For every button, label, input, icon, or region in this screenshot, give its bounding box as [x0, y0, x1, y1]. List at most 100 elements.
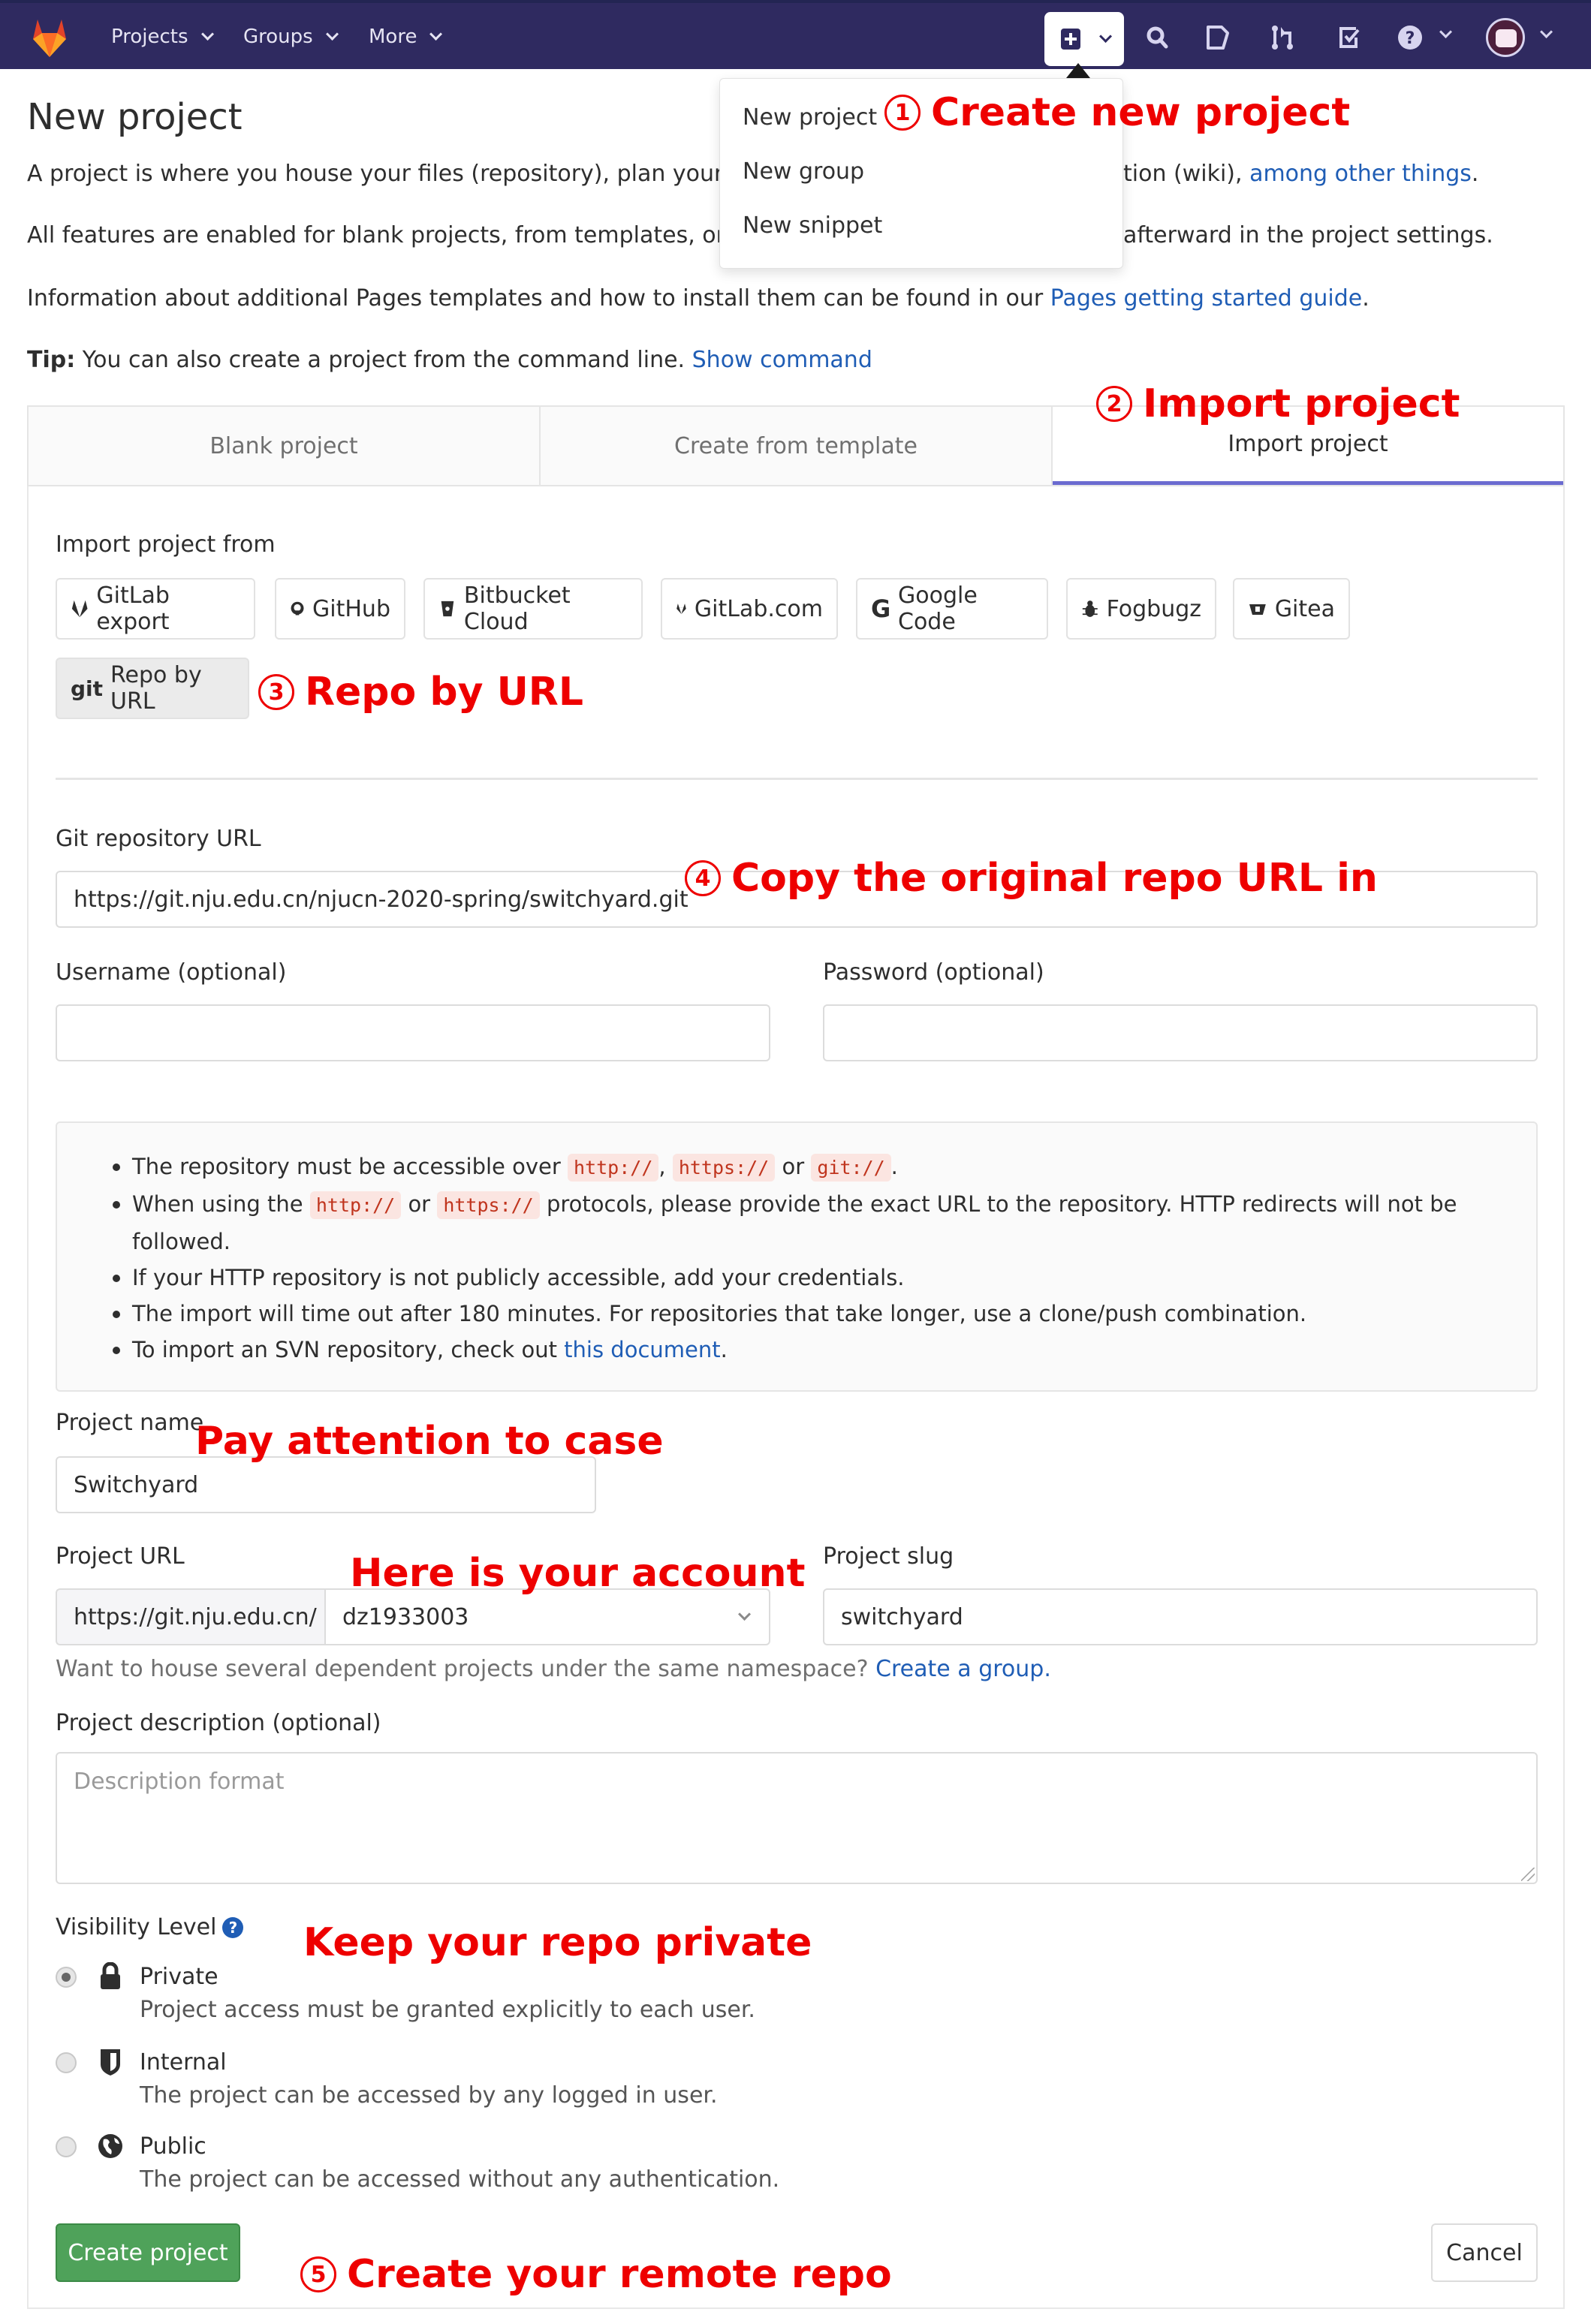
password-label: Password (optional): [823, 959, 1044, 986]
top-navbar: Projects Groups More ?: [0, 0, 1591, 69]
new-dropdown-button[interactable]: [1044, 12, 1124, 66]
visibility-private-desc: Project access must be granted explicitl…: [140, 1997, 755, 2023]
import-repo-by-url-button[interactable]: git Repo by URL: [56, 658, 249, 719]
project-url-prefix: https://git.nju.edu.cn/: [56, 1588, 324, 1645]
intro-text-tail: tion (wiki), among other things.: [1123, 161, 1479, 187]
pages-guide-link[interactable]: Pages getting started guide: [1050, 285, 1363, 312]
chevron-down-icon: [200, 27, 214, 41]
chevron-down-icon: [1099, 29, 1113, 43]
info-line: To import an SVN repository, check out t…: [113, 1332, 1484, 1368]
svn-document-link[interactable]: this document: [564, 1337, 720, 1362]
annotation-account: Here is your account: [350, 1551, 806, 1596]
nav-groups[interactable]: Groups: [243, 26, 339, 48]
tip-text: Tip: You can also create a project from …: [27, 347, 872, 373]
description-textarea[interactable]: Description format: [56, 1752, 1538, 1884]
import-info-box: The repository must be accessible over h…: [56, 1121, 1538, 1392]
tab-create-from-template[interactable]: Create from template: [541, 407, 1053, 485]
divider: [56, 778, 1538, 780]
import-github-button[interactable]: GitHub: [275, 578, 405, 640]
gitlab-logo-icon[interactable]: [30, 17, 69, 59]
bitbucket-icon: [441, 601, 454, 617]
git-url-label: Git repository URL: [56, 826, 261, 852]
features-text-tail: afterward in the project settings.: [1123, 222, 1493, 248]
search-icon[interactable]: [1144, 24, 1171, 51]
shield-icon: [101, 2049, 120, 2076]
annotation-step-3: 3 Repo by URL: [258, 670, 583, 715]
cancel-button[interactable]: Cancel: [1431, 2223, 1538, 2282]
page-title: New project: [27, 96, 243, 138]
chevron-down-icon: [1439, 25, 1453, 38]
project-slug-input[interactable]: switchyard: [823, 1588, 1538, 1645]
todo-icon[interactable]: [1336, 24, 1363, 51]
import-from-heading: Import project from: [56, 531, 276, 558]
visibility-public-radio[interactable]: [56, 2136, 77, 2157]
help-icon[interactable]: ?: [222, 1917, 244, 1938]
annotation-step-1: 1 Create new project: [884, 90, 1350, 135]
visibility-internal-desc: The project can be accessed by any logge…: [140, 2082, 718, 2109]
among-other-things-link[interactable]: among other things: [1249, 161, 1472, 187]
project-slug-label: Project slug: [823, 1543, 954, 1570]
nav-projects[interactable]: Projects: [111, 26, 214, 48]
chevron-down-icon: [1540, 25, 1553, 38]
password-input[interactable]: [823, 1004, 1538, 1061]
import-google-code-button[interactable]: G Google Code: [856, 578, 1048, 640]
namespace-help-text: Want to house several dependent projects…: [56, 1656, 1051, 1682]
username-input[interactable]: [56, 1004, 770, 1061]
show-command-link[interactable]: Show command: [692, 347, 872, 373]
project-url-label: Project URL: [56, 1543, 185, 1570]
create-project-button[interactable]: Create project: [56, 2223, 240, 2282]
menu-item-new-group[interactable]: New group: [743, 158, 864, 185]
issues-icon[interactable]: [1204, 24, 1231, 51]
visibility-private-radio[interactable]: [56, 1967, 77, 1988]
globe-icon: [98, 2134, 122, 2158]
help-icon[interactable]: ?: [1397, 24, 1424, 51]
visibility-public-label: Public: [140, 2133, 206, 2160]
visibility-label: Visibility Level?: [56, 1914, 244, 1940]
pages-text: Information about additional Pages templ…: [27, 285, 1370, 312]
chevron-down-icon: [429, 27, 443, 41]
import-gitlab-export-button[interactable]: GitLab export: [56, 578, 255, 640]
annotation-case: Pay attention to case: [195, 1419, 664, 1464]
visibility-public-desc: The project can be accessed without any …: [140, 2166, 780, 2193]
github-icon: [291, 601, 304, 616]
chevron-down-icon: [325, 27, 339, 41]
info-line: When using the http:// or https:// proto…: [113, 1186, 1484, 1260]
chevron-down-icon: [738, 1607, 752, 1621]
merge-request-icon[interactable]: [1269, 24, 1296, 51]
lock-icon: [101, 1962, 120, 1989]
import-gitlab-com-button[interactable]: GitLab.com: [661, 578, 838, 640]
annotation-step-5: 5 Create your remote repo: [300, 2252, 892, 2297]
info-line: The repository must be accessible over h…: [113, 1148, 1484, 1186]
menu-item-new-snippet[interactable]: New snippet: [743, 212, 882, 239]
import-bitbucket-button[interactable]: Bitbucket Cloud: [423, 578, 643, 640]
visibility-private-label: Private: [140, 1964, 218, 1990]
info-line: The import will time out after 180 minut…: [113, 1296, 1484, 1332]
namespace-select[interactable]: dz1933003: [324, 1588, 770, 1645]
username-label: Username (optional): [56, 959, 287, 986]
visibility-internal-radio[interactable]: [56, 2052, 77, 2073]
import-fogbugz-button[interactable]: Fogbugz: [1066, 578, 1216, 640]
menu-item-new-project[interactable]: New project: [743, 104, 877, 131]
tab-blank-project[interactable]: Blank project: [29, 407, 541, 485]
google-icon: G: [871, 595, 891, 623]
info-line: If your HTTP repository is not publicly …: [113, 1260, 1484, 1296]
import-gitea-button[interactable]: Gitea: [1233, 578, 1350, 640]
features-text: All features are enabled for blank proje…: [27, 222, 788, 248]
visibility-internal-label: Internal: [140, 2049, 227, 2076]
bug-icon: [1082, 601, 1098, 617]
nav-more[interactable]: More: [369, 26, 443, 48]
git-icon: git: [71, 676, 104, 701]
description-label: Project description (optional): [56, 1710, 381, 1736]
resize-handle[interactable]: [1521, 1868, 1535, 1881]
gitlab-icon: [676, 604, 686, 614]
project-name-input[interactable]: Switchyard: [56, 1456, 596, 1513]
create-group-link[interactable]: Create a group.: [875, 1656, 1051, 1682]
plus-square-icon: [1061, 29, 1080, 50]
avatar[interactable]: [1486, 18, 1525, 57]
project-name-label: Project name: [56, 1410, 204, 1436]
intro-text: A project is where you house your files …: [27, 161, 785, 187]
annotation-step-4: 4 Copy the original repo URL in: [685, 856, 1378, 901]
gitea-icon: [1249, 604, 1266, 615]
annotation-private: Keep your repo private: [303, 1920, 812, 1965]
svg-text:?: ?: [1406, 29, 1415, 48]
